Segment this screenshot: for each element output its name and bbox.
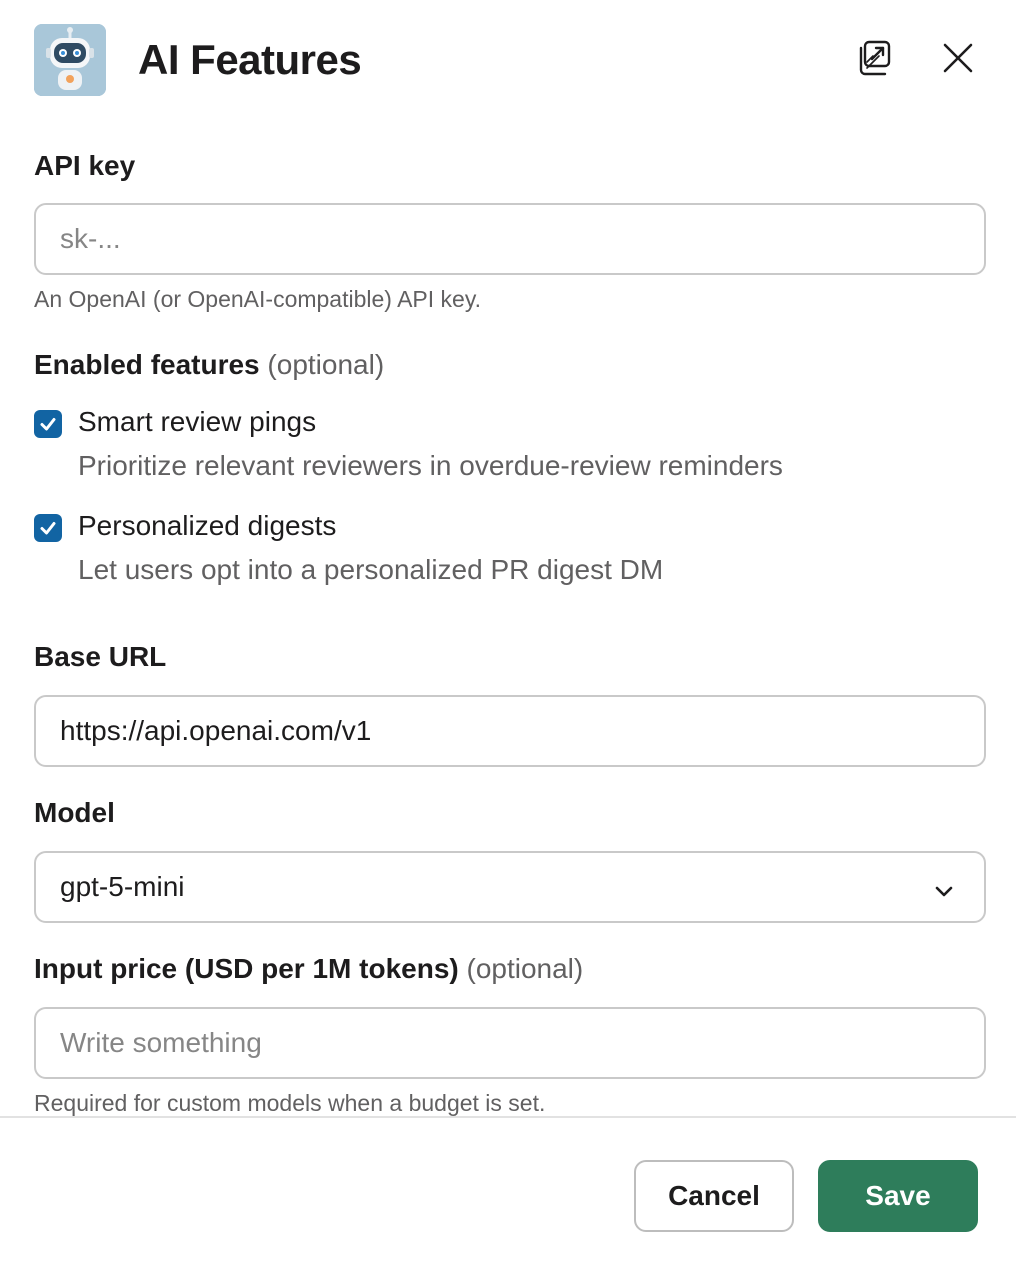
ai-features-modal: AI Features API key sk-... An OpenAI (or… — [0, 0, 1016, 1268]
save-button[interactable]: Save — [818, 1160, 978, 1232]
api-key-hint: An OpenAI (or OpenAI-compatible) API key… — [34, 286, 482, 312]
personalized-digests-title: Personalized digests — [78, 510, 337, 541]
popout-icon[interactable] — [852, 36, 896, 80]
personalized-digests-description: Let users opt into a personalized PR dig… — [78, 554, 664, 585]
base-url-value: https://api.openai.com/v1 — [60, 715, 372, 746]
enabled-features-title: Enabled features — [34, 349, 260, 380]
checkbox-personalized-digests[interactable] — [34, 514, 62, 542]
input-price-hint: Required for custom models when a budget… — [34, 1090, 546, 1116]
modal-body: API key sk-... An OpenAI (or OpenAI-comp… — [34, 120, 986, 1116]
api-key-input[interactable]: sk-... — [34, 203, 986, 275]
optional-tag: (optional) — [466, 953, 584, 984]
input-price-input[interactable]: Write something — [34, 1007, 986, 1079]
model-selected-value: gpt-5-mini — [60, 871, 185, 902]
input-price-label: Input price (USD per 1M tokens) (optiona… — [34, 953, 583, 985]
smart-review-pings-title: Smart review pings — [78, 406, 317, 437]
smart-review-pings-description: Prioritize relevant reviewers in overdue… — [78, 450, 783, 481]
model-label: Model — [34, 797, 115, 828]
input-price-title: Input price (USD per 1M tokens) — [34, 953, 459, 984]
modal-footer: Cancel Save — [0, 1116, 1016, 1268]
api-key-placeholder: sk-... — [60, 223, 121, 254]
optional-tag: (optional) — [267, 349, 385, 380]
enabled-features-label: Enabled features (optional) — [34, 349, 384, 381]
chevron-down-icon — [934, 877, 954, 909]
base-url-input[interactable]: https://api.openai.com/v1 — [34, 695, 986, 767]
robot-icon — [34, 24, 106, 96]
checkbox-smart-review-pings[interactable] — [34, 410, 62, 438]
model-select[interactable]: gpt-5-mini — [34, 851, 986, 923]
modal-title: AI Features — [138, 36, 362, 83]
base-url-label: Base URL — [34, 641, 167, 672]
cancel-button[interactable]: Cancel — [634, 1160, 794, 1232]
modal-header: AI Features — [0, 0, 1016, 120]
api-key-label: API key — [34, 150, 136, 181]
input-price-placeholder: Write something — [60, 1027, 262, 1058]
close-icon[interactable] — [936, 36, 980, 80]
